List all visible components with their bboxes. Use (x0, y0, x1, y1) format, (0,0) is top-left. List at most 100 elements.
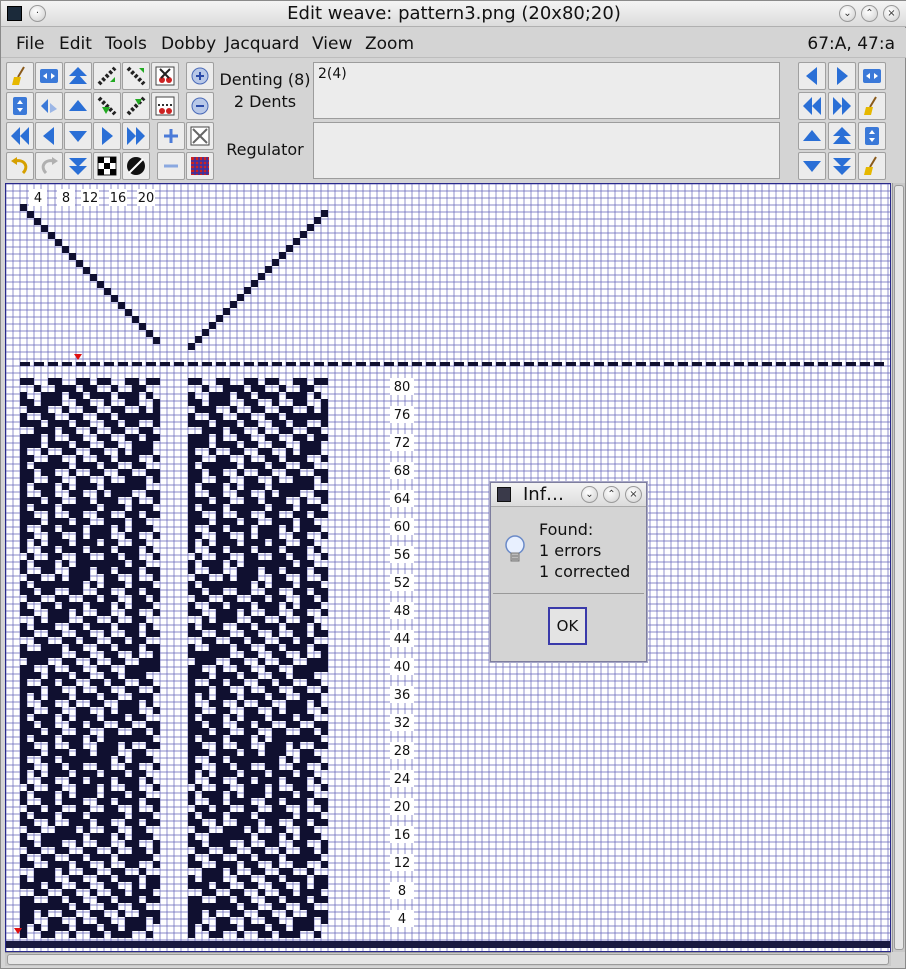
dialog-app-icon (497, 487, 511, 502)
svg-text:76: 76 (394, 408, 411, 423)
menu-file[interactable]: File (16, 34, 44, 54)
row-number: 8 (390, 882, 414, 899)
menu-bar: File Edit Tools Dobby Jacquard View Zoom… (1, 28, 906, 58)
vertical-scrollbar[interactable] (892, 183, 905, 952)
bottom-band (6, 941, 890, 948)
menu-dobby[interactable]: Dobby (161, 34, 216, 54)
scroll-up-icon[interactable] (798, 122, 826, 150)
scroll-far-right-icon[interactable] (828, 92, 856, 120)
shift-down-icon[interactable] (93, 92, 121, 120)
cursor-coords: 67:A, 47:a (807, 34, 895, 54)
broom-icon[interactable] (6, 62, 34, 90)
broom-icon[interactable] (858, 152, 886, 180)
right-icon[interactable] (93, 122, 121, 150)
minimize-button[interactable]: ⌄ (839, 5, 856, 22)
zoom-in-icon[interactable] (186, 62, 214, 90)
regulator-label: Regulator (226, 140, 304, 159)
scroll-far-left-icon[interactable] (798, 92, 826, 120)
dialog-message: Found: 1 errors 1 corrected (539, 519, 630, 582)
info-dialog: Inf… ⌄ ⌃ × Found: 1 errors 1 corrected O… (490, 482, 647, 662)
weave-grid-canvas[interactable]: 4 8 12 16 2080767268646056524844403632282420… (6, 184, 891, 952)
denting-field[interactable]: 2(4) (313, 62, 780, 119)
regulator-field[interactable] (313, 122, 780, 179)
undo-icon[interactable] (6, 152, 34, 180)
invert-icon[interactable] (122, 152, 150, 180)
menu-view[interactable]: View (312, 34, 352, 54)
double-left-icon[interactable] (6, 122, 34, 150)
menu-tools[interactable]: Tools (105, 34, 147, 54)
row-number: 28 (390, 742, 414, 759)
horizontal-scroll-thumb[interactable] (7, 954, 889, 965)
row-number: 68 (390, 462, 414, 479)
scroll-down-icon[interactable] (798, 152, 826, 180)
double-right-icon[interactable] (122, 122, 150, 150)
down-icon[interactable] (64, 122, 92, 150)
row-number: 80 (390, 378, 414, 395)
maximize-button[interactable]: ⌃ (861, 5, 878, 22)
double-up-icon[interactable] (64, 62, 92, 90)
svg-text:16: 16 (110, 191, 127, 206)
clear-icon[interactable] (186, 122, 214, 150)
menu-zoom[interactable]: Zoom (365, 34, 414, 54)
mirror-horizontal-icon[interactable] (858, 62, 886, 90)
scroll-left-icon[interactable] (798, 62, 826, 90)
row-number: 16 (390, 826, 414, 843)
scroll-far-down-icon[interactable] (828, 152, 856, 180)
diagonal-left-icon[interactable] (122, 62, 150, 90)
row-number: 52 (390, 574, 414, 591)
row-number: 60 (390, 518, 414, 535)
row-number: 32 (390, 714, 414, 731)
svg-text:32: 32 (394, 716, 411, 731)
swap-horizontal-icon[interactable] (35, 62, 63, 90)
flip-icon[interactable] (35, 92, 63, 120)
horizontal-scrollbar[interactable] (5, 952, 891, 966)
cut-icon[interactable] (151, 62, 179, 90)
broom-icon[interactable] (858, 92, 886, 120)
svg-text:72: 72 (394, 436, 411, 451)
close-button[interactable]: × (883, 5, 900, 22)
menu-edit[interactable]: Edit (59, 34, 92, 54)
column-number: 16 (109, 189, 127, 206)
scroll-far-up-icon[interactable] (828, 122, 856, 150)
shift-up-icon[interactable] (122, 92, 150, 120)
row-number: 56 (390, 546, 414, 563)
svg-text:44: 44 (394, 632, 411, 647)
svg-text:56: 56 (394, 548, 411, 563)
left-icon[interactable] (35, 122, 63, 150)
mirror-vertical-icon[interactable] (858, 122, 886, 150)
zoom-out-icon[interactable] (186, 92, 214, 120)
column-number: 8 (57, 189, 75, 206)
dialog-close-button[interactable]: × (625, 486, 642, 503)
double-down-icon[interactable] (64, 152, 92, 180)
vertical-scroll-thumb[interactable] (894, 185, 904, 950)
weave-grid[interactable]: 4 8 12 16 20 80 76 72 68 64 60 56 52 48 44 40 36 32 28 24 20… (5, 183, 891, 952)
up-icon[interactable] (64, 92, 92, 120)
dialog-line-corrected: 1 corrected (539, 562, 631, 581)
menu-jacquard[interactable]: Jacquard (225, 34, 299, 54)
svg-text:36: 36 (394, 688, 411, 703)
plus-icon[interactable] (157, 122, 185, 150)
row-number: 72 (390, 434, 414, 451)
minus-icon[interactable] (157, 152, 185, 180)
checker-icon[interactable] (93, 152, 121, 180)
swap-vertical-icon[interactable] (6, 92, 34, 120)
dialog-minimize-button[interactable]: ⌄ (581, 486, 598, 503)
row-number: 24 (390, 770, 414, 787)
row-number: 48 (390, 602, 414, 619)
cut-pattern-icon[interactable] (151, 92, 179, 120)
dialog-line-errors: 1 errors (539, 541, 602, 560)
svg-text:16: 16 (394, 828, 411, 843)
diagonal-right-icon[interactable] (93, 62, 121, 90)
svg-text:12: 12 (394, 856, 411, 871)
color-grid-icon[interactable] (186, 152, 214, 180)
svg-text:60: 60 (394, 520, 411, 535)
ok-button[interactable]: OK (548, 607, 587, 645)
svg-text:28: 28 (394, 744, 411, 759)
scroll-right-icon[interactable] (828, 62, 856, 90)
redo-icon[interactable] (35, 152, 63, 180)
svg-text:52: 52 (394, 576, 411, 591)
svg-text:68: 68 (394, 464, 411, 479)
column-number: 4 (29, 189, 47, 206)
dialog-maximize-button[interactable]: ⌃ (603, 486, 620, 503)
dialog-line-found: Found: (539, 520, 594, 539)
